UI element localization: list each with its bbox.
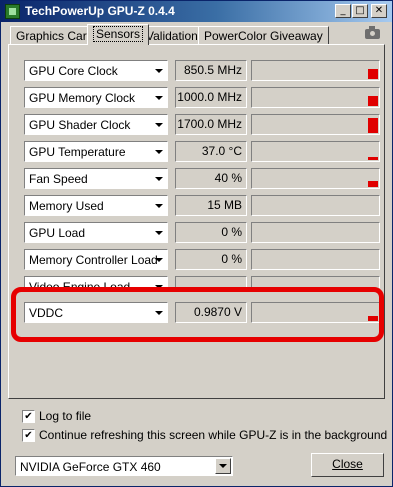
sensor-graph [251, 60, 380, 81]
sensor-graph [251, 249, 380, 270]
tab-label: Sensors [93, 26, 144, 42]
sensor-row: GPU Temperature 37.0 °C [24, 141, 380, 163]
tab-validation[interactable]: Validation [140, 26, 204, 44]
window-title: TechPowerUp GPU-Z 0.4.4 [25, 4, 175, 18]
sensor-row: GPU Memory Clock 1000.0 MHz [24, 87, 380, 109]
sensor-graph-bar [368, 181, 378, 187]
title-bar[interactable]: TechPowerUp GPU-Z 0.4.4 _ □ ✕ [1, 1, 392, 22]
sensor-graph-bar [368, 118, 378, 133]
sensor-name: GPU Temperature [29, 145, 126, 159]
sensor-graph [251, 168, 380, 189]
close-button[interactable]: Close [311, 453, 384, 477]
sensor-value: 1000.0 MHz [175, 87, 247, 108]
sensor-row: Memory Used 15 MB [24, 195, 380, 217]
gpuz-app-icon [5, 4, 20, 19]
close-window-button[interactable]: ✕ [371, 4, 387, 18]
gpu-select-dropdown[interactable]: NVIDIA GeForce GTX 460 [15, 456, 233, 476]
gpuz-window: TechPowerUp GPU-Z 0.4.4 _ □ ✕ Graphics C… [0, 0, 393, 487]
chevron-down-icon[interactable] [215, 458, 231, 474]
tab-label: Graphics Card [16, 29, 94, 43]
sensor-value: 15 MB [175, 195, 247, 216]
sensor-graph [251, 87, 380, 108]
chevron-down-icon [155, 96, 163, 100]
tab-label: Validation [146, 29, 198, 43]
continue-refresh-checkbox[interactable]: ✔ [22, 429, 35, 442]
sensor-graph [251, 141, 380, 162]
sensor-name-select[interactable]: GPU Load [24, 222, 168, 243]
gpu-select-value: NVIDIA GeForce GTX 460 [20, 460, 161, 474]
sensor-row: GPU Load 0 % [24, 222, 380, 244]
tab-label: PowerColor Giveaway [204, 29, 323, 43]
sensor-row: GPU Shader Clock 1700.0 MHz [24, 114, 380, 136]
sensor-graph-bar [368, 69, 378, 79]
sensor-name-select[interactable]: Memory Used [24, 195, 168, 216]
tab-graphics-card[interactable]: Graphics Card [10, 26, 100, 44]
sensor-name: GPU Memory Clock [29, 91, 136, 105]
tab-powercolor-giveaway[interactable]: PowerColor Giveaway [198, 26, 329, 44]
sensor-name-select[interactable]: GPU Core Clock [24, 60, 168, 81]
sensor-name: GPU Shader Clock [29, 118, 131, 132]
sensor-value: 40 % [175, 168, 247, 189]
vddc-highlight-annotation [11, 287, 384, 342]
sensor-name: Memory Controller Load [29, 253, 158, 267]
sensor-name: Memory Used [29, 199, 104, 213]
sensor-value: 37.0 °C [175, 141, 247, 162]
chevron-down-icon [155, 69, 163, 73]
chevron-down-icon [155, 231, 163, 235]
sensor-name-select[interactable]: GPU Shader Clock [24, 114, 168, 135]
log-to-file-label: Log to file [39, 409, 92, 423]
close-button-label: Close [332, 457, 363, 471]
chevron-down-icon [155, 177, 163, 181]
sensor-name-select[interactable]: Fan Speed [24, 168, 168, 189]
tab-sensors[interactable]: Sensors [87, 24, 150, 45]
sensor-name: GPU Load [29, 226, 86, 240]
continue-refresh-label: Continue refreshing this screen while GP… [39, 428, 388, 442]
maximize-button[interactable]: □ [352, 4, 368, 18]
sensor-value: 850.5 MHz [175, 60, 247, 81]
sensor-graph [251, 222, 380, 243]
camera-icon[interactable] [365, 26, 380, 39]
minimize-button[interactable]: _ [335, 4, 351, 18]
sensor-row: Memory Controller Load 0 % [24, 249, 380, 271]
sensor-value: 0 % [175, 222, 247, 243]
sensor-graph [251, 195, 380, 216]
sensor-name-select[interactable]: GPU Memory Clock [24, 87, 168, 108]
sensor-row: GPU Core Clock 850.5 MHz [24, 60, 380, 82]
sensor-graph [251, 114, 380, 135]
log-to-file-checkbox[interactable]: ✔ [22, 410, 35, 423]
chevron-down-icon [155, 258, 163, 262]
sensor-value: 1700.0 MHz [175, 114, 247, 135]
sensor-graph-bar [368, 96, 378, 106]
sensor-row: Fan Speed 40 % [24, 168, 380, 190]
sensor-name-select[interactable]: Memory Controller Load [24, 249, 168, 270]
chevron-down-icon [155, 150, 163, 154]
sensor-name-select[interactable]: GPU Temperature [24, 141, 168, 162]
sensor-name: GPU Core Clock [29, 64, 118, 78]
chevron-down-icon [155, 204, 163, 208]
sensor-graph-bar [368, 157, 378, 160]
sensor-name: Fan Speed [29, 172, 88, 186]
sensor-value: 0 % [175, 249, 247, 270]
chevron-down-icon [155, 123, 163, 127]
